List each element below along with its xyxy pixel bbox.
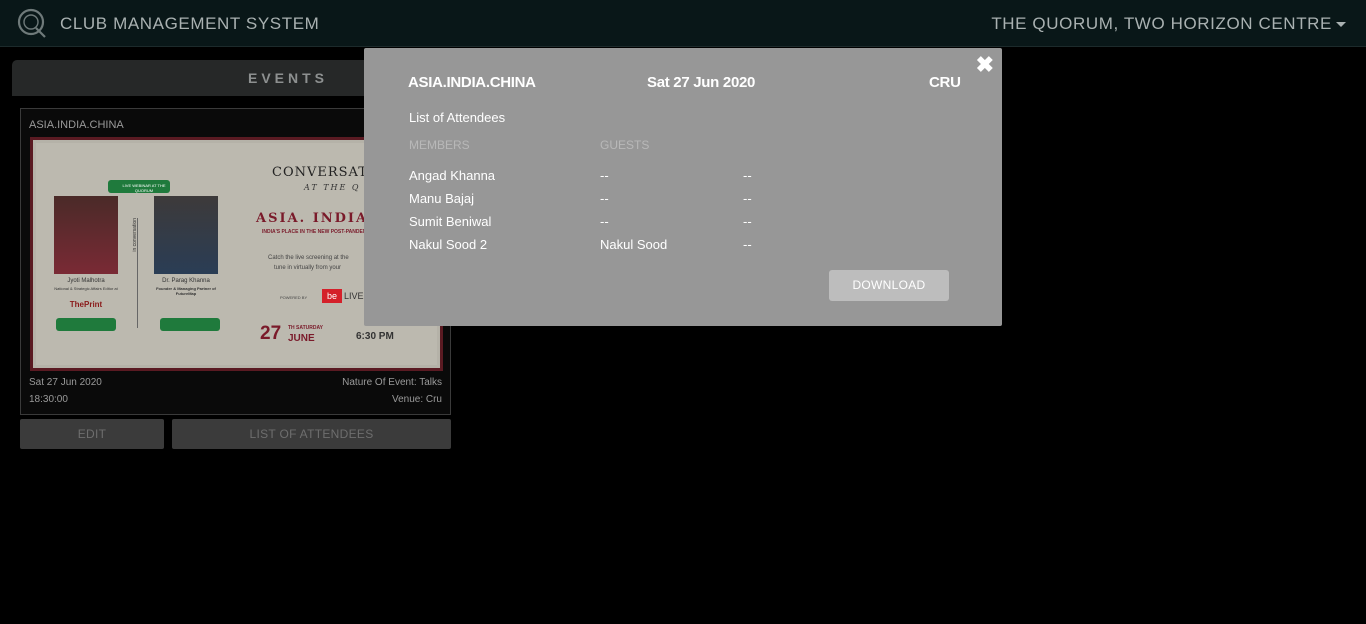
live-webinar-text: LIVE WEBINAR AT THE QUORUM	[122, 183, 166, 193]
attendee-guest: Nakul Sood	[600, 237, 668, 252]
attendee-extra: --	[743, 168, 752, 183]
guests-column-header: GUESTS	[600, 138, 650, 152]
attendee-extra: --	[743, 214, 752, 229]
events-section-title: EVENTS	[248, 70, 329, 86]
belive-logo: be	[322, 289, 342, 303]
attendee-guest: --	[600, 168, 609, 183]
quorum-logo-icon[interactable]	[16, 7, 48, 39]
attendee-member: Angad Khanna	[409, 168, 496, 183]
poster-day-suffix: TH SATURDAY	[288, 325, 324, 331]
attendee-guest: --	[600, 191, 609, 206]
speaker2-name: Dr. Parag Khanna	[162, 278, 210, 284]
top-navbar: CLUB MANAGEMENT SYSTEM THE QUORUM, TWO H…	[0, 0, 1366, 47]
caret-down-icon	[1336, 22, 1346, 28]
list-of-attendees-button[interactable]: LIST OF ATTENDEES	[172, 419, 451, 449]
poster-time: 6:30 PM	[356, 331, 394, 342]
speaker2-photo	[154, 196, 218, 274]
attendee-member: Sumit Beniwal	[409, 214, 492, 229]
close-icon[interactable]: ✖	[976, 54, 994, 76]
speaker2-tag	[160, 318, 220, 331]
modal-list-title: List of Attendees	[409, 110, 506, 125]
event-date: Sat 27 Jun 2020	[29, 377, 102, 388]
event-time: 18:30:00	[29, 394, 68, 405]
attendee-extra: --	[743, 191, 752, 206]
speaker1-name: Jyoti Malhotra	[67, 278, 105, 284]
modal-event-name: ASIA.INDIA.CHINA	[408, 74, 536, 91]
attendee-member: Manu Bajaj	[409, 191, 475, 206]
speaker1-org: ThePrint	[69, 300, 103, 309]
attendee-row: Manu Bajaj -- --	[409, 191, 809, 211]
event-card-title: ASIA.INDIA.CHINA	[29, 119, 124, 131]
app-title: CLUB MANAGEMENT SYSTEM	[60, 14, 320, 33]
download-button[interactable]: DOWNLOAD	[829, 270, 949, 301]
poster-tune-line: tune in virtually from your	[274, 265, 342, 271]
speaker1-photo	[54, 196, 118, 274]
attendee-row: Sumit Beniwal -- --	[409, 214, 809, 234]
speaker2-role: Founder & Managing Partner of FutureMap	[156, 286, 216, 296]
poster-day: 27	[260, 323, 282, 344]
club-name-label: THE QUORUM, TWO HORIZON CENTRE	[991, 14, 1332, 33]
speaker1-tag	[56, 318, 116, 331]
speaker1-role: National & Strategic Affairs Editor at	[54, 286, 118, 291]
poster-subheadline: INDIA'S PLACE IN THE NEW POST-PANDEM	[262, 229, 367, 235]
members-column-header: MEMBERS	[409, 138, 470, 152]
attendee-row: Nakul Sood 2 Nakul Sood --	[409, 237, 809, 257]
edit-event-button[interactable]: EDIT	[20, 419, 164, 449]
club-selector-dropdown[interactable]: THE QUORUM, TWO HORIZON CENTRE	[991, 14, 1346, 34]
poster-at-the-q: AT THE Q	[304, 183, 361, 192]
modal-event-venue: CRU	[929, 74, 961, 91]
modal-event-date: Sat 27 Jun 2020	[647, 74, 756, 91]
attendee-member: Nakul Sood 2	[409, 237, 488, 252]
event-venue: Venue: Cru	[391, 394, 442, 405]
attendees-modal: ✖ ASIA.INDIA.CHINA Sat 27 Jun 2020 CRU L…	[364, 48, 1002, 326]
belive-live-text: LIVE	[344, 291, 364, 301]
attendee-row: Angad Khanna -- --	[409, 168, 809, 188]
poster-month: JUNE	[288, 333, 315, 344]
poster-catch-line: Catch the live screening at the	[268, 255, 349, 261]
event-nature: Nature Of Event: Talks	[342, 377, 442, 388]
attendee-extra: --	[743, 237, 752, 252]
poster-powered-by: POWERED BY	[280, 295, 308, 300]
attendee-guest: --	[600, 214, 609, 229]
in-conversation-text: in conversation	[132, 218, 138, 252]
